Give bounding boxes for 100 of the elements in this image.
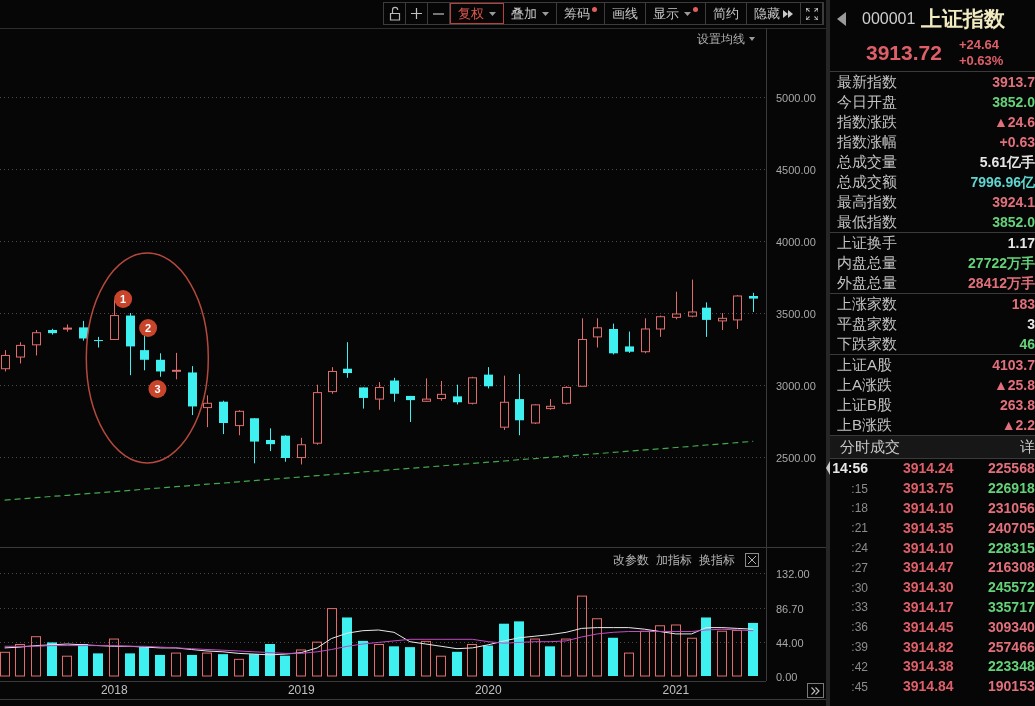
toolbar-button[interactable]: 筹码 — [557, 3, 605, 24]
indicator-action[interactable]: 改参数 — [613, 553, 649, 567]
candlestick — [266, 427, 275, 452]
candlestick — [188, 365, 197, 416]
toolbar-button[interactable]: 叠加 — [504, 3, 557, 24]
triangle-left-icon[interactable] — [837, 11, 846, 26]
trade-time: :15 — [850, 480, 868, 498]
candlestick — [235, 409, 244, 436]
trade-price: 3914.24 — [903, 459, 955, 479]
toolbar-button[interactable]: 画线 — [605, 3, 646, 24]
stat-value: 4103.7 — [992, 356, 1035, 375]
candlestick — [609, 323, 618, 355]
candlestick — [94, 336, 103, 349]
last-price: 3913.72 — [866, 41, 942, 65]
annotation: 3 — [154, 383, 161, 395]
price-change: +24.64 — [958, 37, 1001, 53]
candlestick — [468, 376, 477, 405]
candlestick — [593, 317, 602, 349]
indicator-action[interactable]: 换指标 — [699, 553, 735, 567]
stat-label: 最新指数 — [837, 72, 897, 92]
trade-price: 3914.10 — [903, 538, 955, 558]
candlestick — [1, 349, 10, 372]
candlestick — [702, 301, 711, 338]
stat-value: 5.61亿手 — [979, 153, 1035, 172]
candlestick — [313, 384, 322, 446]
plus-icon — [411, 8, 422, 19]
step-marker: 3 — [148, 380, 167, 398]
trade-price: 3914.35 — [903, 518, 955, 538]
trade-volume: 309340 — [988, 617, 1035, 637]
double-arrow-icon — [783, 9, 793, 18]
candlestick — [203, 394, 212, 428]
toolbar-button[interactable]: 隐藏 — [747, 3, 801, 24]
trade-volume: 216308 — [988, 558, 1035, 578]
trade-volume: 245572 — [988, 578, 1035, 598]
stat-value: ▲2.2 — [1001, 416, 1035, 435]
scroll-right-button[interactable] — [807, 683, 824, 698]
trade-price: 3914.82 — [903, 637, 955, 657]
candlestick — [32, 329, 41, 356]
trade-time: :24 — [850, 540, 868, 558]
candlestick — [375, 381, 384, 411]
indicator-action[interactable]: 加指标 — [656, 553, 692, 567]
candlestick — [500, 375, 509, 431]
caret-icon — [489, 11, 496, 16]
trade-volume: 335717 — [988, 598, 1035, 617]
step-marker: 1 — [114, 290, 133, 308]
stat-value: 1.17 — [1007, 234, 1035, 253]
trade-price: 3913.75 — [903, 479, 955, 499]
trade-time: :21 — [850, 520, 868, 538]
candlestick — [437, 380, 446, 402]
collapse-handle-icon[interactable] — [826, 461, 830, 475]
candlestick — [641, 317, 650, 354]
trade-volume: 223348 — [988, 657, 1035, 677]
y-axis-label: 3500.00 — [776, 307, 816, 320]
candlestick — [406, 395, 415, 423]
stat-label: 总成交额 — [837, 172, 897, 192]
toolbar-button[interactable]: 复权 — [450, 3, 504, 24]
candlestick — [63, 324, 72, 333]
ma-settings-button[interactable]: 设置均线 — [697, 32, 755, 46]
fullscreen-icon — [805, 7, 818, 20]
volume-bar — [62, 655, 72, 677]
stat-label: 下跌家数 — [837, 334, 897, 354]
annotation: 1 — [120, 293, 127, 305]
trade-time: :45 — [850, 678, 868, 696]
stat-label: 指数涨跌 — [837, 112, 897, 132]
detail-link[interactable]: 详 — [1020, 435, 1035, 459]
toolbar-button[interactable]: 显示 — [646, 3, 706, 24]
stat-label: 上涨家数 — [837, 294, 897, 314]
stat-value: 263.8 — [999, 396, 1035, 415]
candlestick — [110, 299, 119, 340]
trade-volume: 226918 — [988, 479, 1035, 499]
trade-volume: 257466 — [988, 637, 1035, 657]
stat-label: 上B涨跌 — [837, 415, 892, 435]
trade-time: :42 — [850, 658, 868, 676]
trade-volume: 228315 — [988, 538, 1035, 558]
trade-price: 3914.17 — [903, 598, 955, 617]
close-button[interactable] — [745, 553, 759, 567]
stat-value: 3913.7 — [992, 73, 1035, 92]
stat-label: 今日开盘 — [837, 92, 897, 112]
trade-time: :27 — [850, 559, 868, 577]
trade-price: 3914.45 — [903, 617, 955, 637]
stat-label: 最低指数 — [837, 212, 897, 232]
candlestick — [484, 366, 493, 389]
candlestick — [328, 366, 337, 395]
toolbar-button[interactable]: 简约 — [706, 3, 747, 24]
stat-label: 上证B股 — [837, 395, 892, 415]
stat-label: 上证换手 — [837, 233, 897, 253]
stat-value: ▲25.8 — [993, 376, 1035, 395]
caret-icon — [684, 11, 691, 16]
percent-change: +0.63% — [958, 53, 1004, 69]
trade-time: :36 — [850, 619, 868, 637]
candlestick — [733, 294, 742, 330]
section-title: 分时成交 — [840, 436, 900, 457]
trade-price: 3914.30 — [903, 578, 955, 598]
candlestick — [281, 434, 290, 463]
stat-label: 上证A股 — [837, 355, 892, 375]
double-chevron-icon — [811, 686, 820, 695]
candlestick — [562, 385, 571, 405]
candlestick — [343, 341, 352, 379]
stock-name: 上证指数 — [921, 5, 1006, 32]
candlestick — [688, 279, 697, 318]
